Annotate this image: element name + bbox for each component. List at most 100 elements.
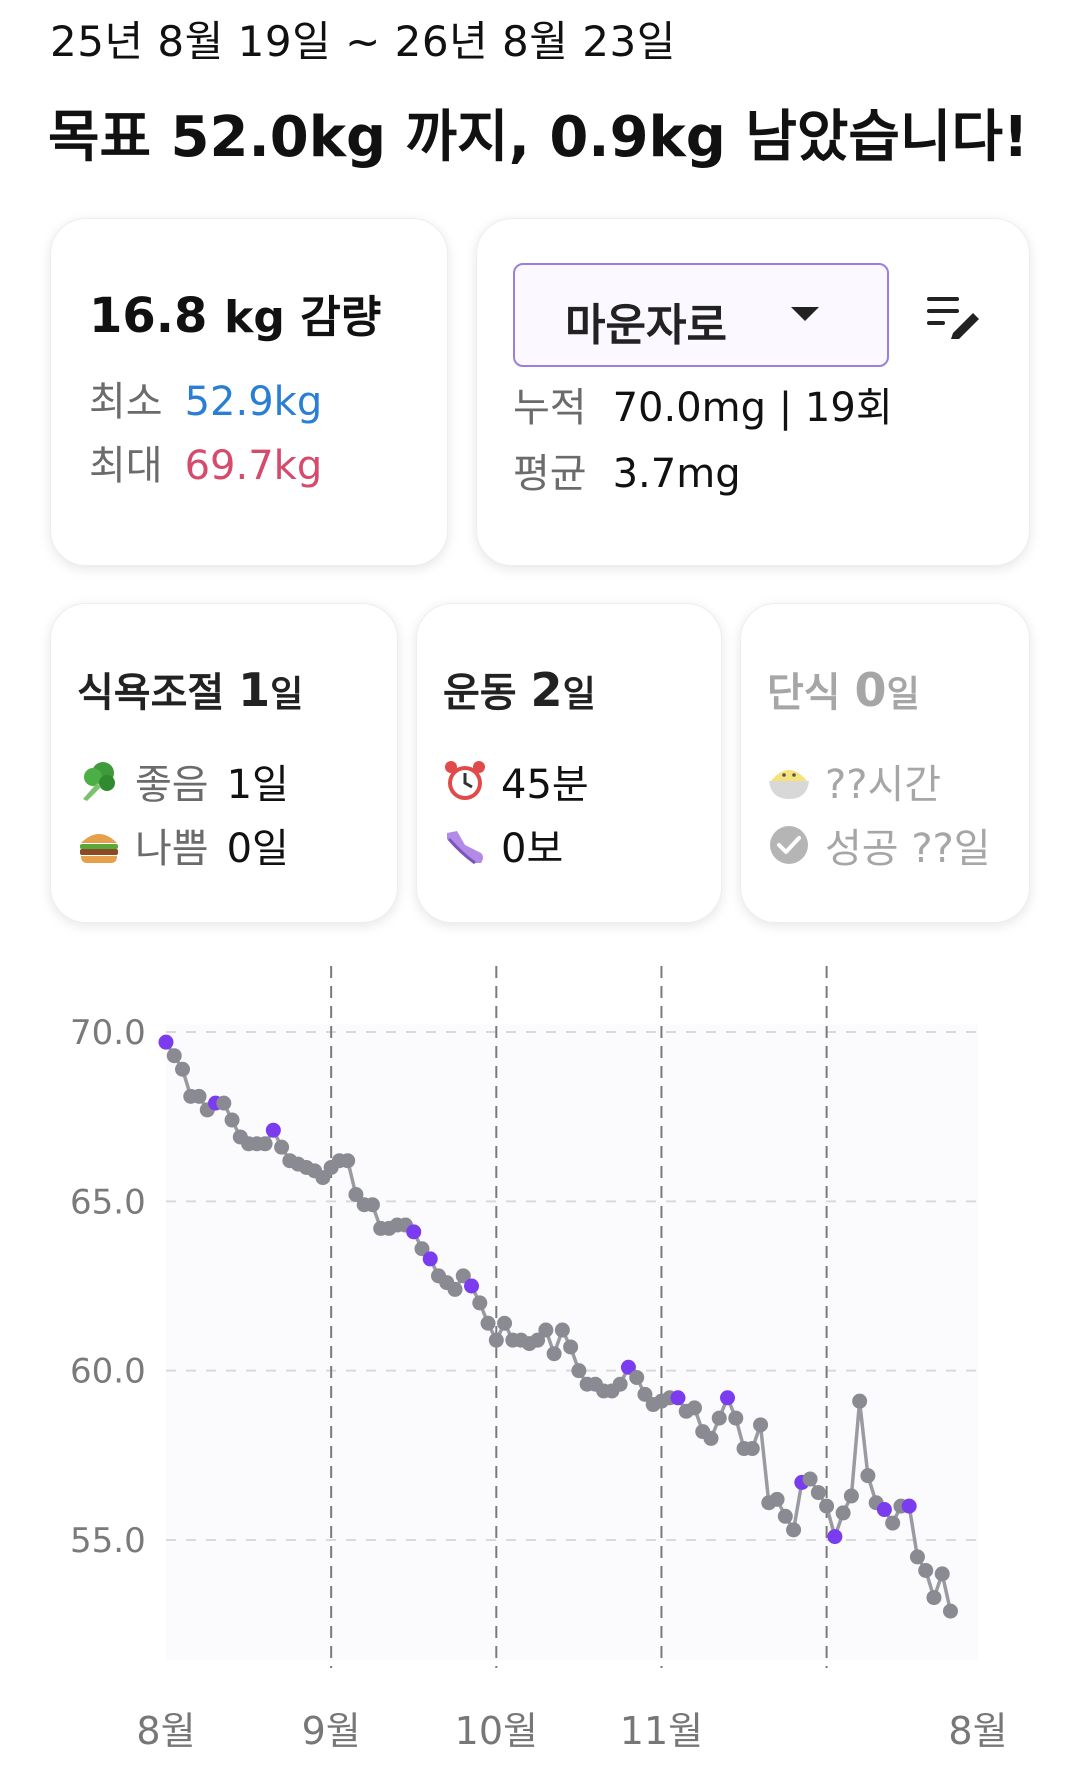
weight-point (835, 1505, 851, 1521)
x-tick-label: 11월 (620, 1709, 703, 1753)
bad-value: 0일 (226, 826, 289, 872)
fasting-title: 단식 0일 (767, 660, 920, 718)
appetite-count: 1 (238, 663, 271, 717)
bad-label: 나쁨 (135, 826, 209, 872)
max-label: 최대 (89, 443, 163, 489)
weight-point (728, 1410, 744, 1426)
weight-point (224, 1112, 240, 1128)
weight-point (364, 1197, 380, 1213)
exercise-label: 운동 (443, 670, 517, 716)
alarm-clock-icon (445, 761, 485, 800)
weight-point (860, 1468, 876, 1484)
weight-point (711, 1410, 727, 1426)
weight-point (538, 1322, 554, 1338)
weight-point (769, 1491, 785, 1507)
max-value: 69.7kg (184, 443, 323, 489)
medication-card: 마운자로 누적 70.0mg | 19회 평균 3.7mg (476, 218, 1030, 566)
sneaker-icon (447, 831, 483, 865)
exercise-steps-row: 0보 (443, 816, 563, 874)
medication-dose-point (901, 1498, 917, 1514)
x-tick-label: 9월 (302, 1709, 361, 1753)
exercise-card[interactable]: 운동 2일 45분 0보 (416, 603, 722, 923)
weight-point (497, 1315, 513, 1331)
medication-total-row: 누적 70.0mg | 19회 (513, 375, 893, 433)
fasting-hours-value: ??시간 (825, 762, 942, 808)
fasting-success-value: 성공 ??일 (825, 826, 991, 872)
medication-selected: 마운자로 (565, 300, 727, 351)
x-tick-label: 8월 (136, 1709, 195, 1753)
appetite-card[interactable]: 식욕조절 1일 좋음 1일 나쁨 0일 (50, 603, 398, 923)
weight-point (488, 1332, 504, 1348)
loss-amount: 16.8 (89, 288, 208, 344)
exercise-day-unit: 일 (562, 674, 596, 715)
weight-point (852, 1393, 868, 1409)
weight-point (819, 1498, 835, 1514)
weight-point (926, 1590, 942, 1606)
weight-point (447, 1281, 463, 1297)
fasting-label: 단식 (767, 670, 841, 716)
caret-down-icon (791, 307, 819, 321)
appetite-day-unit: 일 (270, 674, 304, 715)
appetite-bad-row: 나쁨 0일 (77, 816, 289, 874)
weight-point (340, 1153, 356, 1169)
weight-point (274, 1139, 290, 1155)
medication-dose-point (265, 1122, 281, 1138)
weight-point (175, 1061, 191, 1077)
total-value: 70.0mg | 19회 (612, 385, 893, 431)
weight-point (191, 1088, 207, 1104)
weight-point (934, 1566, 950, 1582)
medication-dose-point (876, 1502, 892, 1518)
exercise-time-row: 45분 (443, 752, 589, 810)
good-label: 좋음 (135, 762, 209, 808)
weight-point (802, 1471, 818, 1487)
loss-unit: kg 감량 (224, 292, 382, 343)
weight-point (686, 1400, 702, 1416)
weight-point (885, 1515, 901, 1531)
weight-point (472, 1295, 488, 1311)
date-range: 25년 8월 19일 ~ 26년 8월 23일 (50, 17, 676, 66)
y-tick-label: 70.0 (70, 1013, 146, 1053)
weight-point (942, 1603, 958, 1619)
goal-message: 목표 52.0kg 까지, 0.9kg 남았습니다! (48, 105, 1029, 170)
appetite-title: 식욕조절 1일 (77, 660, 303, 718)
medication-dose-point (422, 1251, 438, 1267)
weight-point (629, 1369, 645, 1385)
exercise-title: 운동 2일 (443, 660, 596, 718)
weight-point (703, 1430, 719, 1446)
medication-dose-point (827, 1529, 843, 1545)
min-weight-row: 최소 52.9kg (89, 369, 322, 427)
weight-point (257, 1136, 273, 1152)
min-label: 최소 (89, 379, 163, 425)
y-tick-label: 60.0 (70, 1352, 146, 1392)
medication-dose-point (670, 1390, 686, 1406)
appetite-label: 식욕조절 (77, 670, 225, 716)
min-value: 52.9kg (184, 379, 323, 425)
fasting-success-row: 성공 ??일 (767, 816, 991, 874)
x-tick-label: 10월 (455, 1709, 538, 1753)
weight-point (480, 1315, 496, 1331)
y-tick-label: 65.0 (70, 1182, 146, 1222)
weight-point (563, 1339, 579, 1355)
broccoli-icon (83, 762, 115, 801)
fasting-card[interactable]: 단식 0일 ??시간 성공 ??일 (740, 603, 1030, 923)
medication-dropdown[interactable]: 마운자로 (513, 263, 889, 367)
exercise-steps-value: 0보 (501, 826, 564, 872)
weight-point (909, 1549, 925, 1565)
medication-avg-row: 평균 3.7mg (513, 441, 741, 499)
loss-total: 16.8 kg 감량 (89, 281, 381, 345)
medication-dose-point (720, 1390, 736, 1406)
edit-list-icon[interactable] (925, 291, 981, 339)
weight-point (918, 1562, 934, 1578)
medication-dose-point (464, 1278, 480, 1294)
rice-bowl-icon (769, 770, 809, 799)
x-tick-label: 8월 (948, 1709, 1007, 1753)
weight-point (571, 1363, 587, 1379)
weight-point (786, 1522, 802, 1538)
medication-dose-point (406, 1224, 422, 1240)
check-circle-icon (770, 826, 808, 864)
fasting-hours-row: ??시간 (767, 752, 941, 810)
exercise-count: 2 (530, 663, 563, 717)
fasting-day-unit: 일 (886, 674, 920, 715)
burger-icon (80, 834, 118, 863)
weight-loss-card: 16.8 kg 감량 최소 52.9kg 최대 69.7kg (50, 218, 448, 566)
